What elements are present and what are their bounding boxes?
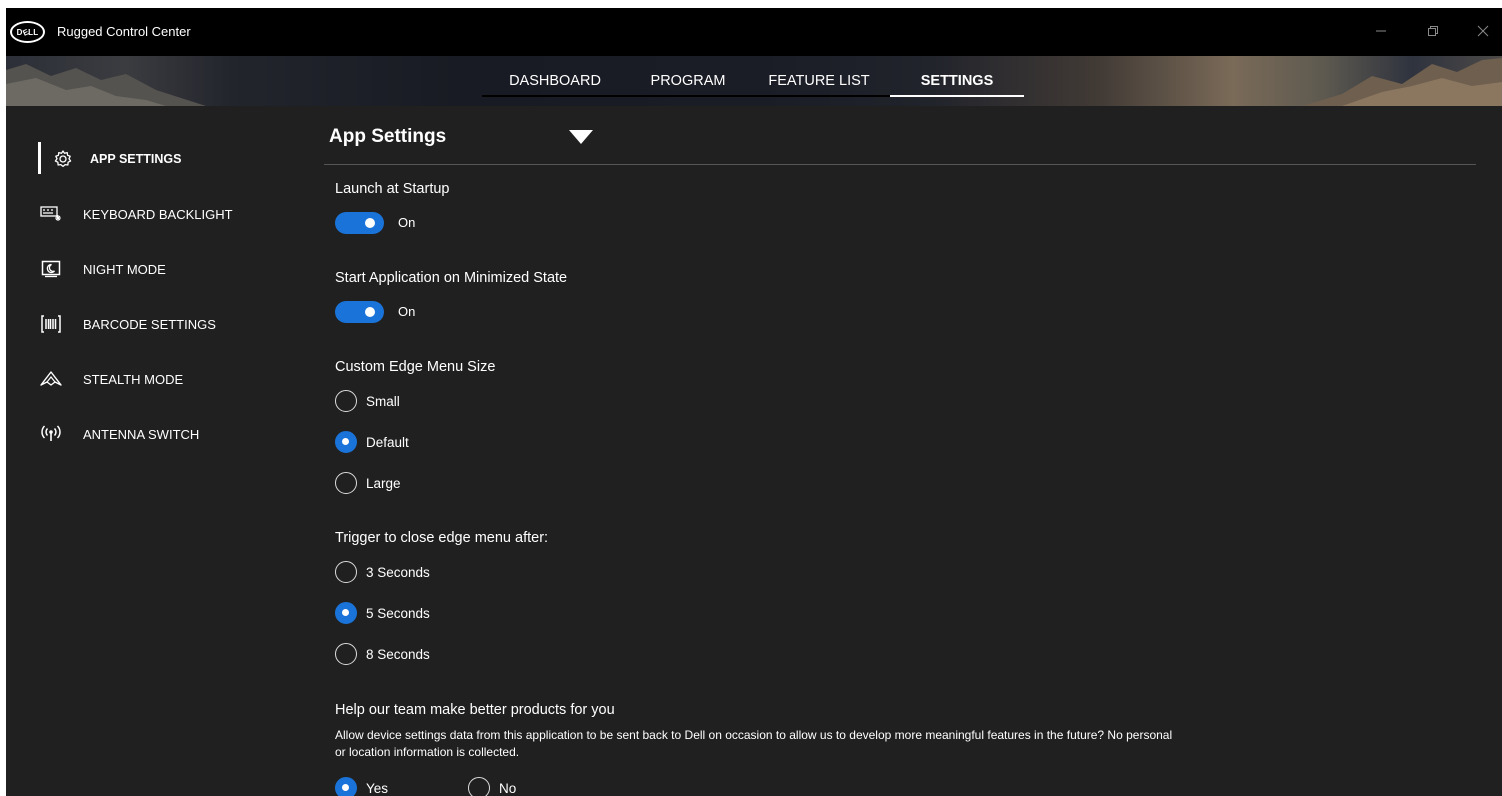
start-minimized-toggle[interactable]	[335, 301, 384, 323]
radio-button[interactable]	[335, 472, 357, 494]
radio-label: 8 Seconds	[366, 646, 430, 662]
radio-label: Large	[366, 475, 401, 491]
tab-dashboard[interactable]: DASHBOARD	[482, 56, 628, 106]
radio-button[interactable]	[335, 777, 357, 796]
radio-label: 3 Seconds	[366, 564, 430, 580]
close-3-seconds-option[interactable]: 3 Seconds	[335, 561, 430, 583]
feedback-label: Help our team make better products for y…	[335, 702, 615, 718]
sidebar-item-stealth-mode[interactable]: STEALTH MODE	[38, 364, 183, 394]
mountain-image-left	[6, 64, 206, 106]
radio-label: Small	[366, 393, 400, 409]
restore-icon[interactable]	[1422, 20, 1444, 42]
mountain-image-right	[1302, 58, 1502, 106]
radio-button[interactable]	[335, 431, 357, 453]
sidebar-item-label: NIGHT MODE	[83, 261, 166, 277]
sidebar-item-night-mode[interactable]: NIGHT MODE	[38, 254, 166, 284]
start-minimized-label: Start Application on Minimized State	[335, 270, 568, 286]
radio-label: Yes	[366, 780, 389, 796]
close-5-seconds-option[interactable]: 5 Seconds	[335, 602, 430, 624]
sidebar-item-keyboard-backlight[interactable]: KEYBOARD BACKLIGHT	[38, 199, 233, 229]
close-trigger-label: Trigger to close edge menu after:	[335, 530, 549, 546]
radio-label: 5 Seconds	[366, 605, 430, 621]
sidebar-item-label: STEALTH MODE	[83, 371, 184, 387]
app-window: D E LL Rugged Control Center DASHBOARD PRO…	[6, 8, 1502, 796]
tab-settings[interactable]: SETTINGS	[890, 56, 1024, 106]
radio-button[interactable]	[335, 390, 357, 412]
sidebar-item-label: APP SETTINGS	[90, 152, 182, 166]
radio-label: No	[499, 780, 517, 796]
launch-at-startup-label: Launch at Startup	[335, 181, 450, 197]
feedback-no-option[interactable]: No	[468, 777, 516, 796]
feedback-yes-option[interactable]: Yes	[335, 777, 388, 796]
edge-size-default-option[interactable]: Default	[335, 431, 409, 453]
divider	[324, 164, 1476, 165]
app-title: Rugged Control Center	[57, 24, 191, 39]
radio-button[interactable]	[335, 561, 357, 583]
tab-program[interactable]: PROGRAM	[628, 56, 748, 106]
feedback-description: Allow device settings data from this app…	[335, 728, 1173, 759]
toggle-knob	[365, 307, 375, 317]
header-banner: DASHBOARD PROGRAM FEATURE LIST SETTINGS	[6, 56, 1502, 106]
sidebar-item-label: KEYBOARD BACKLIGHT	[83, 206, 233, 222]
keyboard-backlight-icon	[38, 203, 64, 225]
gear-icon	[50, 148, 76, 170]
sidebar-item-app-settings[interactable]: APP SETTINGS	[38, 142, 182, 174]
antenna-icon	[38, 423, 64, 445]
toggle-knob	[365, 218, 375, 228]
page-title: App Settings	[329, 126, 447, 147]
dell-logo: D E LL	[10, 21, 45, 43]
tab-feature-list[interactable]: FEATURE LIST	[748, 56, 890, 106]
dropdown-caret-icon[interactable]	[569, 130, 593, 144]
start-minimized-state: On	[398, 304, 416, 319]
radio-button[interactable]	[335, 643, 357, 665]
active-indicator	[38, 142, 41, 174]
sidebar-item-antenna-switch[interactable]: ANTENNA SWITCH	[38, 419, 199, 449]
edge-size-large-option[interactable]: Large	[335, 472, 401, 494]
launch-at-startup-toggle[interactable]	[335, 212, 384, 234]
barcode-icon	[38, 313, 64, 335]
launch-at-startup-state: On	[398, 215, 416, 230]
stealth-icon	[38, 368, 64, 390]
title-bar: D E LL Rugged Control Center	[6, 8, 1502, 56]
sidebar-item-label: BARCODE SETTINGS	[83, 316, 216, 332]
edge-size-small-option[interactable]: Small	[335, 390, 400, 412]
radio-button[interactable]	[468, 777, 490, 796]
close-icon[interactable]	[1472, 20, 1494, 42]
close-8-seconds-option[interactable]: 8 Seconds	[335, 643, 430, 665]
main-nav: DASHBOARD PROGRAM FEATURE LIST SETTINGS	[482, 56, 1024, 106]
radio-label: Default	[366, 434, 409, 450]
radio-button[interactable]	[335, 602, 357, 624]
edge-menu-size-label: Custom Edge Menu Size	[335, 359, 496, 375]
sidebar-item-barcode-settings[interactable]: BARCODE SETTINGS	[38, 309, 216, 339]
sidebar-item-label: ANTENNA SWITCH	[83, 426, 200, 442]
night-mode-icon	[38, 258, 64, 280]
minimize-icon[interactable]	[1370, 20, 1392, 42]
